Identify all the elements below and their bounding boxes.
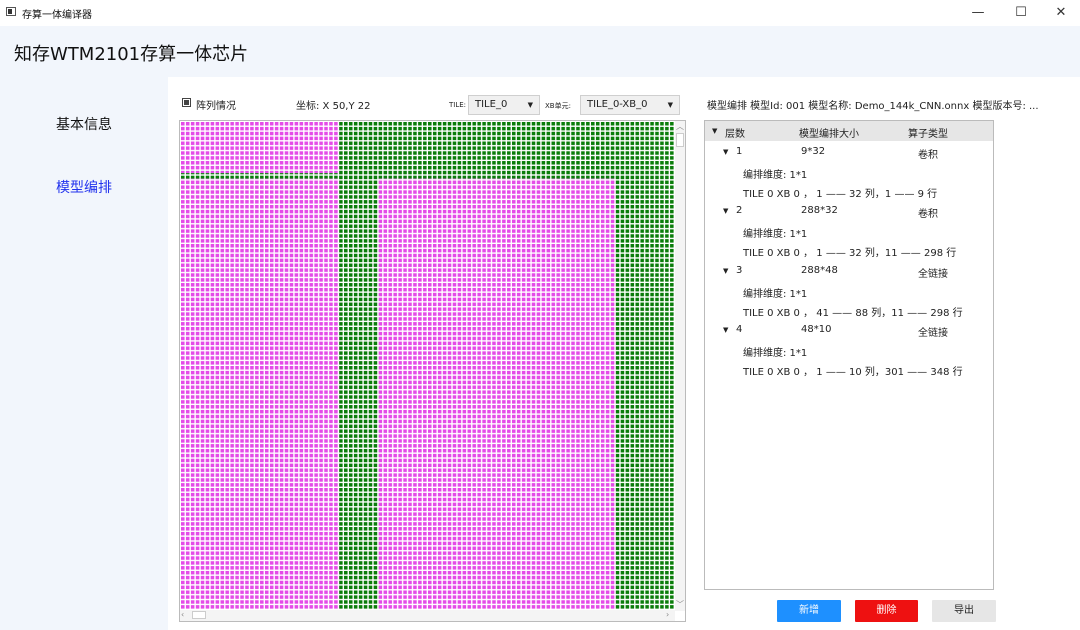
app-header: 知存WTM2101存算一体芯片 xyxy=(0,26,1080,77)
tile-select[interactable]: TILE_0 ▼ xyxy=(468,95,540,115)
array-region-layer-2[interactable] xyxy=(181,178,340,610)
layer-number: 3 xyxy=(736,264,743,276)
layer-size: 48*10 xyxy=(801,323,832,335)
scroll-up-icon[interactable]: ︿ xyxy=(676,121,684,132)
layer-size: 288*32 xyxy=(801,205,838,217)
window-title: 存算一体编译器 xyxy=(22,10,92,21)
chevron-down-icon: ▼ xyxy=(527,101,533,109)
layer-dimension: 编排维度: 1*1 xyxy=(743,229,808,241)
add-button[interactable]: 新增 xyxy=(777,600,841,622)
expand-arrow-icon[interactable]: ▼ xyxy=(723,326,728,334)
sidebar: 基本信息 模型编排 xyxy=(0,77,168,630)
layer-placement: TILE 0 XB 0 ， 41 —— 88 列，11 —— 298 行 xyxy=(743,307,963,319)
array-region-layer-3[interactable] xyxy=(378,178,616,610)
horizontal-scroll-thumb[interactable] xyxy=(192,611,206,619)
array-region-layer-1[interactable] xyxy=(181,122,340,174)
layer-op-type: 卷积 xyxy=(918,150,938,161)
xb-select[interactable]: TILE_0-XB_0 ▼ xyxy=(580,95,680,115)
header-op-type: 算子类型 xyxy=(908,129,948,140)
scroll-right-icon[interactable]: › xyxy=(666,610,669,619)
scroll-left-icon[interactable]: ‹ xyxy=(181,610,184,619)
xb-label: XB单元: xyxy=(545,102,571,110)
array-grid[interactable] xyxy=(181,122,675,610)
tile-select-value: TILE_0 xyxy=(475,99,508,110)
header-layer: 层数 xyxy=(725,129,745,140)
app-icon xyxy=(6,7,16,16)
array-status-label: 阵列情况 xyxy=(196,101,236,112)
delete-button[interactable]: 删除 xyxy=(855,600,918,622)
minimize-button[interactable]: — xyxy=(963,3,993,23)
page-title: 知存WTM2101存算一体芯片 xyxy=(14,44,249,65)
layer-number: 4 xyxy=(736,323,743,335)
model-info-line: 模型编排 模型Id: 001 模型名称: Demo_144k_CNN.onnx … xyxy=(707,101,1039,112)
layer-op-type: 卷积 xyxy=(918,209,938,221)
layer-placement: TILE 0 XB 0 ， 1 —— 32 列，1 —— 9 行 xyxy=(743,189,938,200)
layer-placement: TILE 0 XB 0 ， 1 —— 32 列，11 —— 298 行 xyxy=(743,248,957,260)
vertical-scrollbar[interactable]: ︿ ﹀ xyxy=(675,121,685,611)
layer-placement: TILE 0 XB 0 ， 1 —— 10 列，301 —— 348 行 xyxy=(743,366,963,378)
expand-arrow-icon[interactable]: ▼ xyxy=(723,207,728,215)
layer-dimension: 编排维度: 1*1 xyxy=(743,288,808,300)
horizontal-scrollbar[interactable]: ‹ › xyxy=(180,610,675,621)
layer-size: 288*48 xyxy=(801,264,838,276)
close-button[interactable]: ✕ xyxy=(1046,3,1076,23)
layer-size: 9*32 xyxy=(801,146,826,157)
chevron-down-icon: ▼ xyxy=(667,101,673,109)
layer-op-type: 全链接 xyxy=(918,327,948,339)
vertical-scroll-thumb[interactable] xyxy=(676,133,684,147)
coordinate-readout: 坐标: X 50,Y 22 xyxy=(296,101,371,112)
layer-op-type: 全链接 xyxy=(918,268,948,280)
header-size: 模型编排大小 xyxy=(799,129,859,140)
layer-dimension: 编排维度: 1*1 xyxy=(743,347,808,359)
expand-arrow-icon[interactable]: ▼ xyxy=(723,148,728,156)
scroll-down-icon[interactable]: ﹀ xyxy=(676,599,684,610)
window-titlebar: 存算一体编译器 — ☐ ✕ xyxy=(0,0,1080,26)
sidebar-item-basic-info[interactable]: 基本信息 xyxy=(0,114,168,134)
array-status-checkbox[interactable] xyxy=(182,98,191,107)
layer-dimension: 编排维度: 1*1 xyxy=(743,170,808,181)
layer-number: 2 xyxy=(736,205,743,217)
tile-label: TILE: xyxy=(449,101,467,109)
xb-select-value: TILE_0-XB_0 xyxy=(587,99,648,110)
sidebar-item-model-layout[interactable]: 模型编排 xyxy=(0,177,168,197)
maximize-button[interactable]: ☐ xyxy=(1006,3,1036,23)
export-button[interactable]: 导出 xyxy=(932,600,996,622)
expand-arrow-icon[interactable]: ▼ xyxy=(723,267,728,275)
collapse-all-icon[interactable]: ▼ xyxy=(712,127,717,135)
layer-number: 1 xyxy=(736,146,743,157)
